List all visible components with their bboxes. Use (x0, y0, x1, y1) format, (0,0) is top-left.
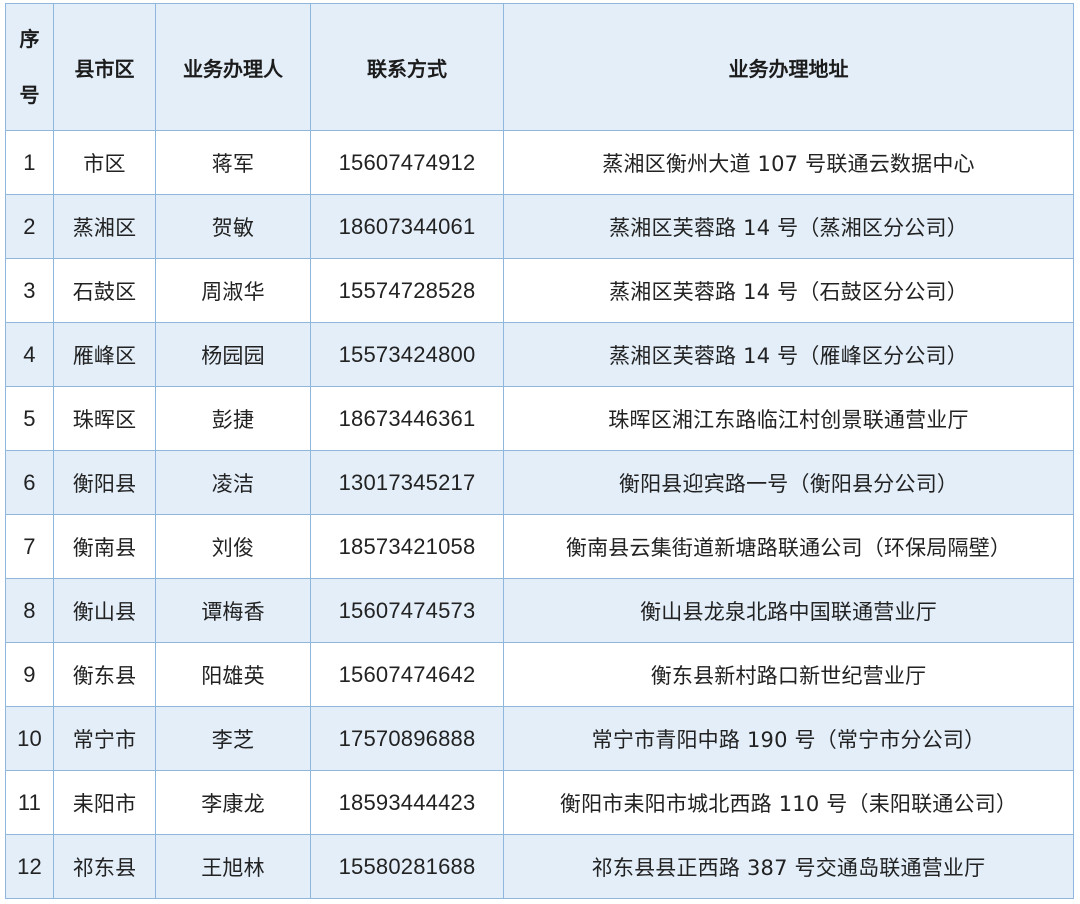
cell-handler: 杨园园 (155, 322, 311, 387)
cell-phone: 15607474642 (310, 642, 504, 707)
table-row: 3 石鼓区 周淑华 15574728528 蒸湘区芙蓉路 14 号（石鼓区分公司… (5, 258, 1074, 323)
cell-handler: 李康龙 (155, 770, 311, 835)
cell-address: 常宁市青阳中路 190 号（常宁市分公司） (503, 706, 1074, 771)
header-seq-line2: 号 (19, 83, 40, 107)
cell-county: 耒阳市 (53, 770, 156, 835)
cell-phone: 18607344061 (310, 194, 504, 259)
cell-county: 衡东县 (53, 642, 156, 707)
cell-phone: 17570896888 (310, 706, 504, 771)
cell-handler: 贺敏 (155, 194, 311, 259)
cell-county: 雁峰区 (53, 322, 156, 387)
table-body: 1 市区 蒋军 15607474912 蒸湘区衡州大道 107 号联通云数据中心… (5, 130, 1074, 899)
cell-seq: 12 (5, 834, 54, 899)
cell-county: 石鼓区 (53, 258, 156, 323)
cell-address: 珠晖区湘江东路临江村创景联通营业厅 (503, 386, 1074, 451)
cell-phone: 18593444423 (310, 770, 504, 835)
cell-seq: 8 (5, 578, 54, 643)
cell-county: 衡阳县 (53, 450, 156, 515)
cell-seq: 10 (5, 706, 54, 771)
cell-seq: 3 (5, 258, 54, 323)
cell-address: 祁东县县正西路 387 号交通岛联通营业厅 (503, 834, 1074, 899)
table-row: 9 衡东县 阳雄英 15607474642 衡东县新村路口新世纪营业厅 (5, 642, 1074, 707)
table-row: 12 祁东县 王旭林 15580281688 祁东县县正西路 387 号交通岛联… (5, 834, 1074, 899)
cell-seq: 1 (5, 130, 54, 195)
header-address: 业务办理地址 (503, 3, 1074, 131)
cell-handler: 李芝 (155, 706, 311, 771)
cell-handler: 凌洁 (155, 450, 311, 515)
cell-address: 衡东县新村路口新世纪营业厅 (503, 642, 1074, 707)
table-row: 7 衡南县 刘俊 18573421058 衡南县云集街道新塘路联通公司（环保局隔… (5, 514, 1074, 579)
header-seq-line1: 序 (19, 27, 40, 51)
cell-seq: 5 (5, 386, 54, 451)
cell-phone: 18673446361 (310, 386, 504, 451)
cell-handler: 刘俊 (155, 514, 311, 579)
header-seq: 序 号 (5, 3, 54, 131)
cell-county: 衡南县 (53, 514, 156, 579)
cell-handler: 谭梅香 (155, 578, 311, 643)
cell-seq: 9 (5, 642, 54, 707)
table-row: 10 常宁市 李芝 17570896888 常宁市青阳中路 190 号（常宁市分… (5, 706, 1074, 771)
cell-address: 衡南县云集街道新塘路联通公司（环保局隔壁） (503, 514, 1074, 579)
header-county: 县市区 (53, 3, 156, 131)
cell-handler: 彭捷 (155, 386, 311, 451)
header-handler: 业务办理人 (155, 3, 311, 131)
cell-address: 衡山县龙泉北路中国联通营业厅 (503, 578, 1074, 643)
cell-handler: 王旭林 (155, 834, 311, 899)
table-row: 4 雁峰区 杨园园 15573424800 蒸湘区芙蓉路 14 号（雁峰区分公司… (5, 322, 1074, 387)
cell-phone: 15607474573 (310, 578, 504, 643)
header-contact: 联系方式 (310, 3, 504, 131)
cell-handler: 阳雄英 (155, 642, 311, 707)
cell-handler: 周淑华 (155, 258, 311, 323)
cell-county: 珠晖区 (53, 386, 156, 451)
business-contact-table: 序 号 县市区 业务办理人 联系方式 业务办理地址 1 市区 蒋军 156074… (5, 3, 1074, 899)
table-row: 2 蒸湘区 贺敏 18607344061 蒸湘区芙蓉路 14 号（蒸湘区分公司） (5, 194, 1074, 259)
table-row: 6 衡阳县 凌洁 13017345217 衡阳县迎宾路一号（衡阳县分公司） (5, 450, 1074, 515)
cell-phone: 15580281688 (310, 834, 504, 899)
cell-seq: 7 (5, 514, 54, 579)
cell-phone: 13017345217 (310, 450, 504, 515)
cell-county: 常宁市 (53, 706, 156, 771)
cell-county: 衡山县 (53, 578, 156, 643)
cell-phone: 18573421058 (310, 514, 504, 579)
table-header: 序 号 县市区 业务办理人 联系方式 业务办理地址 (5, 3, 1074, 131)
table-row: 8 衡山县 谭梅香 15607474573 衡山县龙泉北路中国联通营业厅 (5, 578, 1074, 643)
cell-phone: 15574728528 (310, 258, 504, 323)
cell-address: 衡阳县迎宾路一号（衡阳县分公司） (503, 450, 1074, 515)
cell-county: 市区 (53, 130, 156, 195)
cell-address: 蒸湘区衡州大道 107 号联通云数据中心 (503, 130, 1074, 195)
cell-phone: 15573424800 (310, 322, 504, 387)
cell-seq: 4 (5, 322, 54, 387)
cell-county: 蒸湘区 (53, 194, 156, 259)
cell-address: 蒸湘区芙蓉路 14 号（蒸湘区分公司） (503, 194, 1074, 259)
cell-seq: 2 (5, 194, 54, 259)
cell-county: 祁东县 (53, 834, 156, 899)
cell-address: 蒸湘区芙蓉路 14 号（雁峰区分公司） (503, 322, 1074, 387)
cell-seq: 6 (5, 450, 54, 515)
table-container: 序 号 县市区 业务办理人 联系方式 业务办理地址 1 市区 蒋军 156074… (5, 3, 1074, 899)
cell-address: 蒸湘区芙蓉路 14 号（石鼓区分公司） (503, 258, 1074, 323)
cell-phone: 15607474912 (310, 130, 504, 195)
table-row: 1 市区 蒋军 15607474912 蒸湘区衡州大道 107 号联通云数据中心 (5, 130, 1074, 195)
table-row: 5 珠晖区 彭捷 18673446361 珠晖区湘江东路临江村创景联通营业厅 (5, 386, 1074, 451)
cell-handler: 蒋军 (155, 130, 311, 195)
table-row: 11 耒阳市 李康龙 18593444423 衡阳市耒阳市城北西路 110 号（… (5, 770, 1074, 835)
header-row: 序 号 县市区 业务办理人 联系方式 业务办理地址 (5, 3, 1074, 131)
cell-seq: 11 (5, 770, 54, 835)
cell-address: 衡阳市耒阳市城北西路 110 号（耒阳联通公司） (503, 770, 1074, 835)
